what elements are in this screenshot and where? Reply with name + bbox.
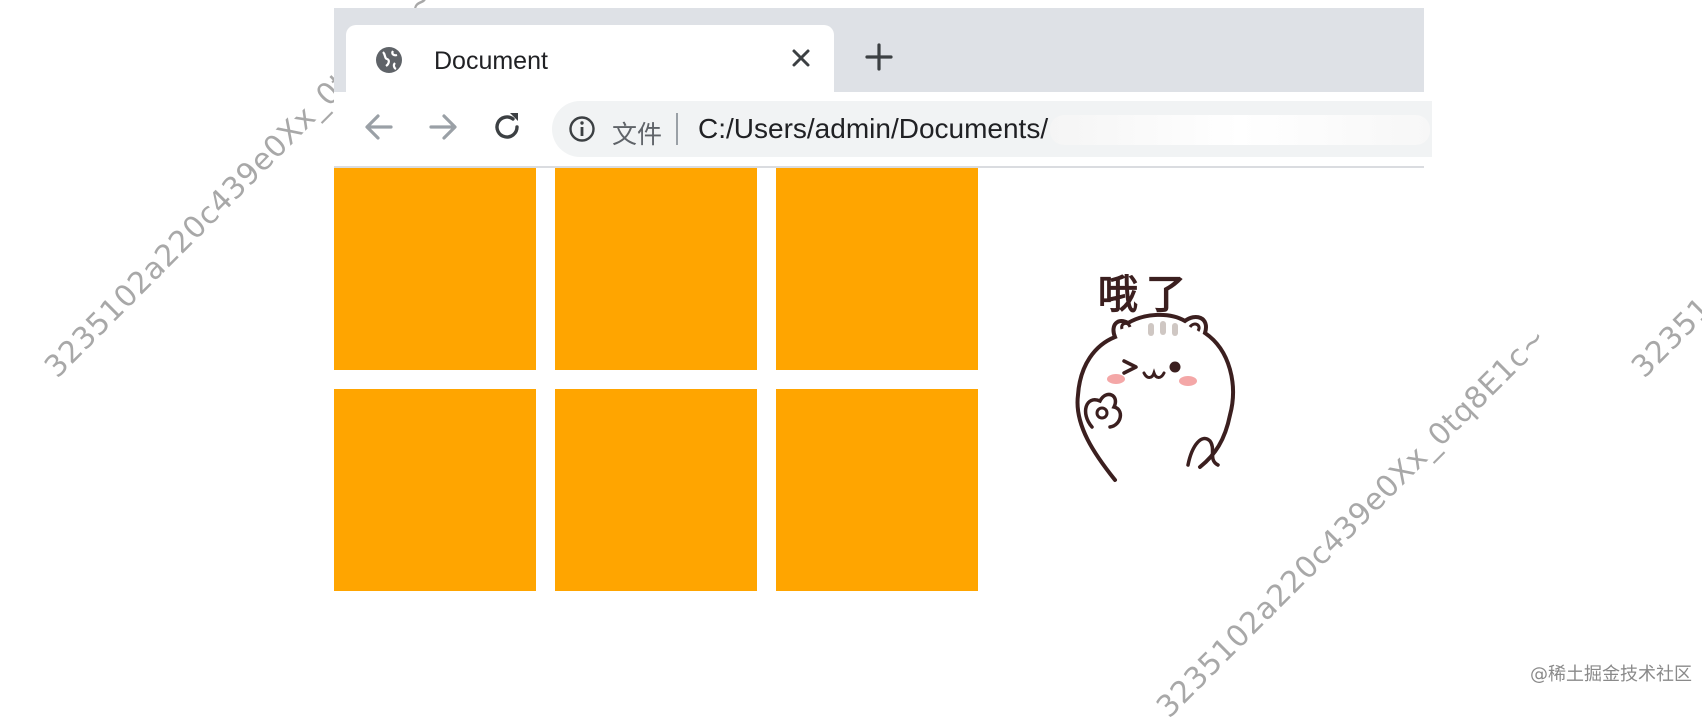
grid-box: [334, 168, 536, 370]
close-icon[interactable]: [786, 43, 816, 73]
info-icon[interactable]: [568, 115, 596, 143]
grid-box: [334, 389, 536, 591]
grid-box: [776, 389, 978, 591]
browser-window: Document 文件 C:/Users/admin/Documents/: [334, 8, 1432, 168]
toolbar: 文件 C:/Users/admin/Documents/: [334, 92, 1432, 168]
redacted-url-part: [1050, 115, 1430, 145]
globe-icon: [376, 47, 402, 73]
footer-watermark: @稀土掘金技术社区: [1530, 664, 1692, 685]
plus-icon[interactable]: [862, 40, 896, 74]
grid-box: [555, 168, 757, 370]
arrow-left-icon[interactable]: [360, 108, 398, 146]
address-separator: [676, 113, 678, 145]
address-bar[interactable]: 文件 C:/Users/admin/Documents/: [552, 101, 1432, 157]
arrow-right-icon[interactable]: [424, 108, 462, 146]
tab-title: Document: [434, 47, 548, 75]
cat-sticker-icon: [1075, 312, 1235, 482]
tab-document[interactable]: Document: [346, 25, 834, 95]
address-url[interactable]: C:/Users/admin/Documents/: [698, 113, 1048, 145]
reload-icon[interactable]: [488, 108, 526, 146]
tab-strip: Document: [334, 8, 1424, 95]
grid-box: [776, 168, 978, 370]
address-chip: 文件: [612, 120, 663, 149]
grid-box: [555, 389, 757, 591]
watermark-text: 3235102a220c439e0Xx_0tq8E1c~: [1625, 0, 1702, 385]
